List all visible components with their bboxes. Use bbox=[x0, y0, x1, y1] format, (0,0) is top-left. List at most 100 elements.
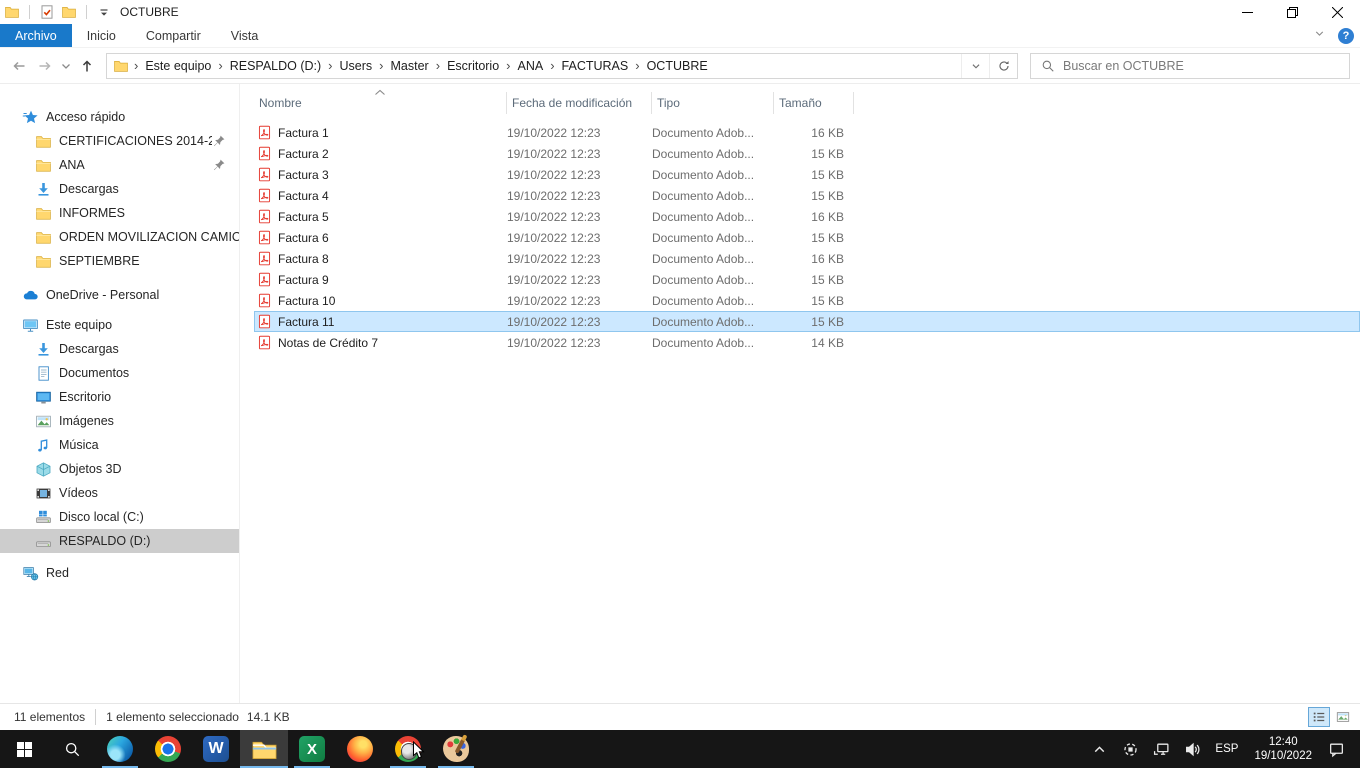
sidebar-item-escritorio[interactable]: Escritorio bbox=[0, 385, 239, 409]
back-button[interactable] bbox=[6, 53, 32, 79]
sidebar-item-disco-local-c[interactable]: Disco local (C:) bbox=[0, 505, 239, 529]
column-header-nombre[interactable]: Nombre bbox=[254, 92, 507, 114]
taskbar-chrome-button[interactable] bbox=[144, 730, 192, 768]
pdf-icon bbox=[257, 146, 272, 161]
sidebar-item-descargas[interactable]: Descargas bbox=[0, 177, 239, 201]
sidebar-item-descargas[interactable]: Descargas bbox=[0, 337, 239, 361]
breadcrumb-item-facturas[interactable]: FACTURAS bbox=[556, 59, 635, 73]
taskbar-edge-button[interactable] bbox=[96, 730, 144, 768]
file-row-factura-1[interactable]: Factura 119/10/2022 12:23Documento Adob.… bbox=[254, 122, 1360, 143]
file-name: Factura 11 bbox=[278, 315, 334, 329]
sidebar-item-label: Acceso rápido bbox=[46, 110, 125, 124]
breadcrumb-item-respaldo-d[interactable]: RESPALDO (D:) bbox=[224, 59, 327, 73]
pdf-icon bbox=[257, 335, 272, 350]
volume-icon[interactable] bbox=[1177, 730, 1208, 768]
file-row-factura-5[interactable]: Factura 519/10/2022 12:23Documento Adob.… bbox=[254, 206, 1360, 227]
file-type: Documento Adob... bbox=[652, 126, 774, 140]
qat-dropdown-icon[interactable] bbox=[96, 4, 112, 20]
properties-check-icon[interactable] bbox=[39, 4, 55, 20]
details-view-button[interactable] bbox=[1308, 707, 1330, 727]
file-row-factura-11[interactable]: Factura 1119/10/2022 12:23Documento Adob… bbox=[254, 311, 1360, 332]
sidebar-item-respaldo-d[interactable]: RESPALDO (D:) bbox=[0, 529, 239, 553]
breadcrumb-item-ana[interactable]: ANA bbox=[512, 59, 550, 73]
file-row-factura-10[interactable]: Factura 1019/10/2022 12:23Documento Adob… bbox=[254, 290, 1360, 311]
breadcrumb-item-users[interactable]: Users bbox=[334, 59, 379, 73]
tab-archivo[interactable]: Archivo bbox=[0, 24, 72, 47]
file-row-notas-de-cr-dito-7[interactable]: Notas de Crédito 719/10/2022 12:23Docume… bbox=[254, 332, 1360, 353]
tab-vista[interactable]: Vista bbox=[216, 24, 274, 47]
action-center-icon[interactable] bbox=[1321, 730, 1352, 768]
file-row-factura-8[interactable]: Factura 819/10/2022 12:23Documento Adob.… bbox=[254, 248, 1360, 269]
taskbar-excel-button[interactable] bbox=[288, 730, 336, 768]
restore-button[interactable] bbox=[1270, 0, 1315, 24]
sidebar-item-certificaciones-2014-2019[interactable]: CERTIFICACIONES 2014-2019 bbox=[0, 129, 239, 153]
new-folder-icon[interactable] bbox=[61, 4, 77, 20]
recent-locations-icon[interactable] bbox=[58, 53, 74, 79]
sidebar-item-m-sica[interactable]: Música bbox=[0, 433, 239, 457]
breadcrumb-item-escritorio[interactable]: Escritorio bbox=[441, 59, 505, 73]
excel-icon bbox=[299, 736, 325, 762]
chevron-up-icon[interactable] bbox=[1084, 730, 1115, 768]
drive-icon bbox=[35, 533, 52, 550]
help-button[interactable]: ? bbox=[1338, 28, 1354, 44]
sidebar-item-acceso-r-pido[interactable]: Acceso rápido bbox=[0, 105, 239, 129]
file-row-factura-4[interactable]: Factura 419/10/2022 12:23Documento Adob.… bbox=[254, 185, 1360, 206]
ribbon-tabs: Archivo Inicio Compartir Vista ? bbox=[0, 24, 1360, 48]
sidebar-item-documentos[interactable]: Documentos bbox=[0, 361, 239, 385]
sidebar-item-red[interactable]: Red bbox=[0, 561, 239, 585]
network-icon[interactable] bbox=[1146, 730, 1177, 768]
breadcrumb-item-este-equipo[interactable]: Este equipo bbox=[139, 59, 217, 73]
sidebar-item-objetos-3d[interactable]: Objetos 3D bbox=[0, 457, 239, 481]
sidebar-item-onedrive-personal[interactable]: OneDrive - Personal bbox=[0, 283, 239, 307]
file-rows: Factura 119/10/2022 12:23Documento Adob.… bbox=[254, 122, 1360, 353]
file-modified: 19/10/2022 12:23 bbox=[507, 189, 652, 203]
sidebar-item-v-deos[interactable]: Vídeos bbox=[0, 481, 239, 505]
column-header-tamano[interactable]: Tamaño bbox=[774, 92, 854, 114]
folder-icon bbox=[35, 229, 52, 246]
tab-compartir[interactable]: Compartir bbox=[131, 24, 216, 47]
ribbon-collapse-icon[interactable] bbox=[1313, 27, 1326, 45]
taskbar-start-button[interactable] bbox=[0, 730, 48, 768]
sidebar-item-label: Este equipo bbox=[46, 318, 112, 332]
file-size: 15 KB bbox=[774, 231, 854, 245]
address-bar[interactable]: ›Este equipo›RESPALDO (D:)›Users›Master›… bbox=[106, 53, 1018, 79]
address-dropdown-icon[interactable] bbox=[961, 54, 989, 78]
taskbar-word-button[interactable] bbox=[192, 730, 240, 768]
thumbnails-view-button[interactable] bbox=[1332, 707, 1354, 727]
sync-icon[interactable] bbox=[1115, 730, 1146, 768]
column-header-tipo[interactable]: Tipo bbox=[652, 92, 774, 114]
file-row-factura-9[interactable]: Factura 919/10/2022 12:23Documento Adob.… bbox=[254, 269, 1360, 290]
taskbar-taskbar-search[interactable] bbox=[48, 730, 96, 768]
up-button[interactable] bbox=[74, 53, 100, 79]
sidebar-item-label: Red bbox=[46, 566, 69, 580]
file-modified: 19/10/2022 12:23 bbox=[507, 273, 652, 287]
search-input[interactable] bbox=[1063, 54, 1349, 78]
language-indicator[interactable]: ESP bbox=[1208, 730, 1245, 768]
taskbar-file-explorer-button[interactable] bbox=[240, 730, 288, 768]
file-row-factura-2[interactable]: Factura 219/10/2022 12:23Documento Adob.… bbox=[254, 143, 1360, 164]
file-row-factura-3[interactable]: Factura 319/10/2022 12:23Documento Adob.… bbox=[254, 164, 1360, 185]
sidebar-item-este-equipo[interactable]: Este equipo bbox=[0, 313, 239, 337]
navigation-toolbar: ›Este equipo›RESPALDO (D:)›Users›Master›… bbox=[0, 48, 1360, 84]
close-button[interactable] bbox=[1315, 0, 1360, 24]
refresh-icon[interactable] bbox=[989, 54, 1017, 78]
taskbar-paint-button[interactable] bbox=[432, 730, 480, 768]
file-row-factura-6[interactable]: Factura 619/10/2022 12:23Documento Adob.… bbox=[254, 227, 1360, 248]
sidebar-item-orden-movilizacion-camion-2[interactable]: ORDEN MOVILIZACION CAMION 2 bbox=[0, 225, 239, 249]
minimize-button[interactable] bbox=[1225, 0, 1270, 24]
sidebar-item-ana[interactable]: ANA bbox=[0, 153, 239, 177]
breadcrumb-item-master[interactable]: Master bbox=[385, 59, 435, 73]
column-header-fecha[interactable]: Fecha de modificación bbox=[507, 92, 652, 114]
breadcrumb-item-octubre[interactable]: OCTUBRE bbox=[641, 59, 714, 73]
window-controls bbox=[1225, 0, 1360, 24]
clock[interactable]: 12:40 19/10/2022 bbox=[1245, 735, 1321, 763]
tab-inicio[interactable]: Inicio bbox=[72, 24, 131, 47]
sidebar-item-im-genes[interactable]: Imágenes bbox=[0, 409, 239, 433]
file-size: 14 KB bbox=[774, 336, 854, 350]
sidebar-item-informes[interactable]: INFORMES bbox=[0, 201, 239, 225]
sidebar-item-septiembre[interactable]: SEPTIEMBRE bbox=[0, 249, 239, 273]
forward-button[interactable] bbox=[32, 53, 58, 79]
taskbar-firefox-button[interactable] bbox=[336, 730, 384, 768]
taskbar-chrome-profile-button[interactable] bbox=[384, 730, 432, 768]
system-tray: ESP 12:40 19/10/2022 bbox=[1084, 730, 1360, 768]
